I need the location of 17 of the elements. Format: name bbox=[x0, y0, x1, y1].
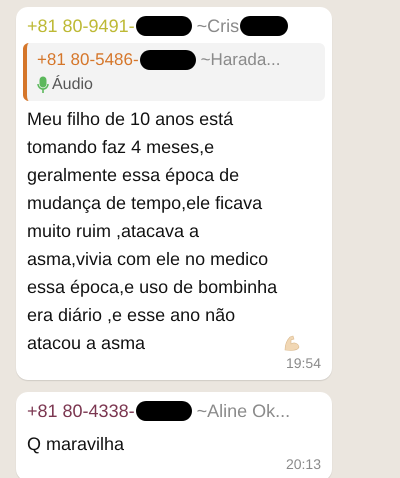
quoted-message[interactable]: +81 80-5486- ~Harada... Áudio bbox=[23, 43, 325, 101]
sender-number: +81 80-9491- bbox=[27, 15, 135, 38]
redaction-mark bbox=[136, 401, 192, 421]
sender-name: ~Harada... bbox=[200, 49, 280, 71]
microphone-icon bbox=[37, 76, 49, 94]
sender-name: ~Aline Ok... bbox=[196, 400, 290, 423]
sender-number: +81 80-4338- bbox=[27, 400, 135, 423]
sender-name: ~Cris bbox=[196, 15, 240, 38]
message-time: 19:54 bbox=[286, 354, 321, 373]
redaction-mark bbox=[140, 50, 196, 70]
message-text: Meu filho de 10 anos está tomando faz 4 meses,e geralmente essa época de mudança de tempo,ele ficava muito ruim ,atacava a asma,vivia com ele no medico essa época,e uso de bombinha era diário ,e esse ano não atacou a asma bbox=[27, 108, 278, 355]
message-text: Q maravilha bbox=[27, 433, 124, 456]
flexed-arm-icon bbox=[283, 334, 302, 352]
sender-number: +81 80-5486- bbox=[37, 49, 139, 71]
message-time: 20:13 bbox=[286, 455, 321, 474]
quoted-text: Áudio bbox=[52, 74, 93, 95]
redaction-mark bbox=[136, 16, 192, 36]
